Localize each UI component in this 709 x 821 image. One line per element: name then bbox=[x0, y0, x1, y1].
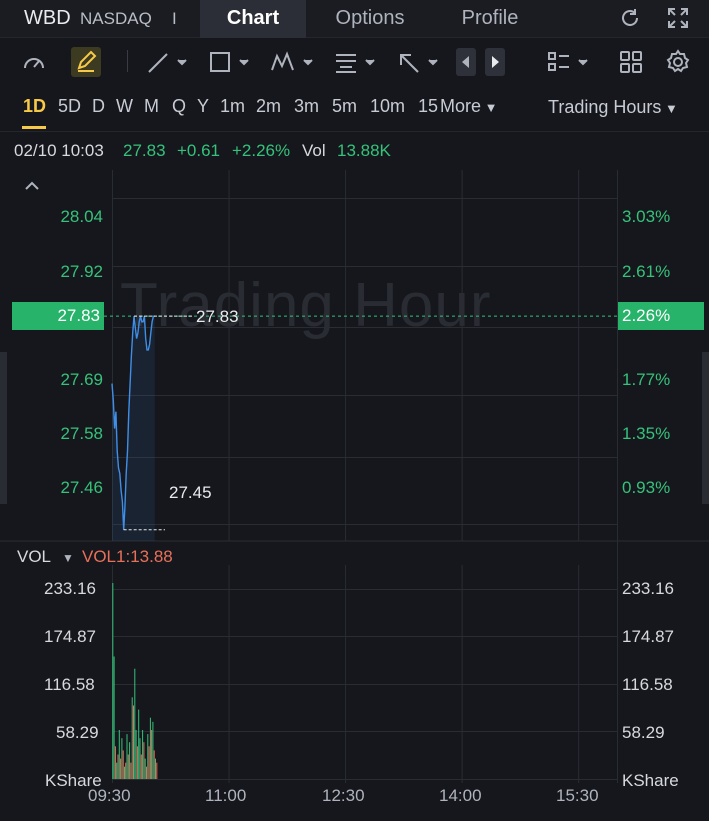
volume-bar bbox=[153, 750, 155, 779]
volume-bar bbox=[152, 721, 154, 779]
volume-bar bbox=[129, 742, 131, 779]
volume-bar bbox=[155, 758, 156, 779]
pct-axis-label: 1.35% bbox=[622, 424, 671, 443]
volume-bar bbox=[112, 583, 114, 779]
volume-bar bbox=[118, 730, 120, 779]
vol-axis-label: 58.29 bbox=[622, 723, 665, 742]
last-price-tag: 27.83 bbox=[12, 302, 104, 330]
volume-bar bbox=[130, 762, 132, 779]
volume-bar bbox=[142, 730, 144, 779]
vol-axis-label: 116.58 bbox=[622, 675, 673, 694]
price-axis-label: 27.92 bbox=[60, 262, 103, 281]
volume-bar bbox=[121, 738, 123, 779]
volume-bar bbox=[144, 758, 146, 779]
volume-bar bbox=[114, 746, 116, 779]
time-axis-label: 14:00 bbox=[439, 786, 482, 805]
volume-bar bbox=[135, 730, 137, 779]
volume-bar bbox=[146, 766, 147, 779]
low-price-label: 27.45 bbox=[169, 483, 212, 502]
vol-axis-label: 58.29 bbox=[56, 723, 99, 742]
vol-axis-label: 174.87 bbox=[622, 627, 674, 646]
vol-axis-label: 116.58 bbox=[44, 675, 95, 694]
vol-axis-label: 233.16 bbox=[622, 579, 674, 598]
vol-indicator-name[interactable]: VOL bbox=[17, 547, 51, 567]
volume-bar bbox=[147, 734, 149, 779]
collapse-chevron-up-icon[interactable] bbox=[24, 178, 40, 196]
volume-bar bbox=[126, 734, 128, 779]
time-axis-label: 12:30 bbox=[322, 786, 365, 805]
price-axis-label: 27.69 bbox=[60, 370, 103, 389]
vol-axis-label: 174.87 bbox=[44, 627, 96, 646]
time-axis-label: 11:00 bbox=[205, 786, 247, 805]
time-axis-label: 09:30 bbox=[88, 786, 131, 805]
time-axis-label: 15:30 bbox=[556, 786, 599, 805]
volume-bar bbox=[138, 709, 140, 779]
vol-unit-label: KShare bbox=[622, 771, 679, 790]
price-axis-label: 27.46 bbox=[60, 478, 103, 497]
pct-axis-label: 0.93% bbox=[622, 478, 671, 497]
pct-axis-label: 2.61% bbox=[622, 262, 671, 281]
volume-bar bbox=[127, 754, 129, 779]
volume-bar bbox=[117, 754, 119, 779]
vol-axis-label: 233.16 bbox=[44, 579, 96, 598]
volume-bar bbox=[124, 766, 125, 779]
volume-bar bbox=[140, 754, 142, 779]
volume-bar bbox=[148, 746, 150, 779]
volume-bar bbox=[136, 746, 138, 779]
volume-bar bbox=[139, 738, 141, 779]
caret-down-icon[interactable]: ▼ bbox=[62, 551, 74, 565]
vol-indicator-value: VOL1:13.88 bbox=[82, 547, 173, 566]
volume-bar bbox=[143, 742, 145, 779]
volume-bar bbox=[134, 668, 136, 779]
volume-bar bbox=[113, 656, 115, 779]
right-panel-handle[interactable] bbox=[702, 352, 709, 504]
left-panel-handle[interactable] bbox=[0, 352, 7, 504]
volume-bar bbox=[149, 717, 151, 779]
volume-bar bbox=[120, 758, 122, 779]
volume-bar bbox=[133, 705, 134, 779]
volume-bar bbox=[122, 750, 124, 779]
volume-bar bbox=[116, 762, 118, 779]
volume-bar bbox=[156, 762, 158, 779]
price-axis-label: 28.04 bbox=[60, 207, 103, 226]
last-pct-tag: 2.26% bbox=[618, 302, 704, 330]
volume-bar bbox=[151, 730, 153, 779]
price-axis-label: 27.58 bbox=[60, 424, 103, 443]
high-price-label: 27.83 bbox=[196, 307, 239, 326]
volume-bar bbox=[125, 762, 127, 779]
volume-bar bbox=[131, 697, 133, 779]
pct-axis-label: 3.03% bbox=[622, 207, 671, 226]
pct-axis-label: 1.77% bbox=[622, 370, 671, 389]
price-chart[interactable] bbox=[0, 0, 709, 821]
